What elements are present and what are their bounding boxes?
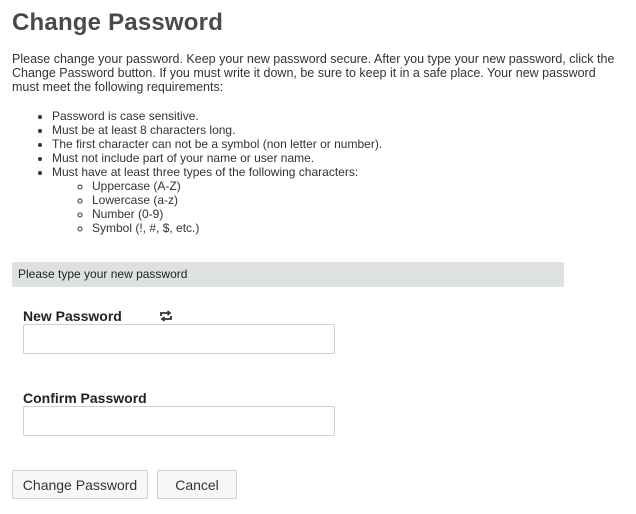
requirement-item-label: Must have at least three types of the fo… — [52, 165, 359, 179]
retweet-icon[interactable] — [159, 309, 173, 323]
requirement-item-char-types: Must have at least three types of the fo… — [52, 165, 382, 235]
instructions-text: Please change your password. Keep your n… — [12, 52, 615, 94]
requirements-list: Password is case sensitive. Must be at l… — [12, 109, 382, 235]
change-password-button[interactable]: Change Password — [12, 470, 148, 499]
retweet-icon-graphic — [160, 310, 172, 322]
char-type-item: Symbol (!, #, $, etc.) — [92, 221, 382, 235]
requirement-item: Must be at least 8 characters long. — [52, 123, 382, 137]
new-password-label: New Password — [23, 308, 122, 324]
char-type-item: Number (0-9) — [92, 207, 382, 221]
section-header: Please type your new password — [12, 262, 564, 287]
new-password-input[interactable] — [23, 324, 335, 354]
char-type-item: Uppercase (A-Z) — [92, 179, 382, 193]
requirement-item: Must not include part of your name or us… — [52, 151, 382, 165]
char-types-list: Uppercase (A-Z) Lowercase (a-z) Number (… — [52, 179, 382, 235]
page-title: Change Password — [12, 9, 224, 36]
cancel-button[interactable]: Cancel — [157, 470, 237, 499]
requirement-item: The first character can not be a symbol … — [52, 137, 382, 151]
confirm-password-input[interactable] — [23, 406, 335, 436]
confirm-password-label: Confirm Password — [23, 390, 147, 406]
char-type-item: Lowercase (a-z) — [92, 193, 382, 207]
requirement-item: Password is case sensitive. — [52, 109, 382, 123]
